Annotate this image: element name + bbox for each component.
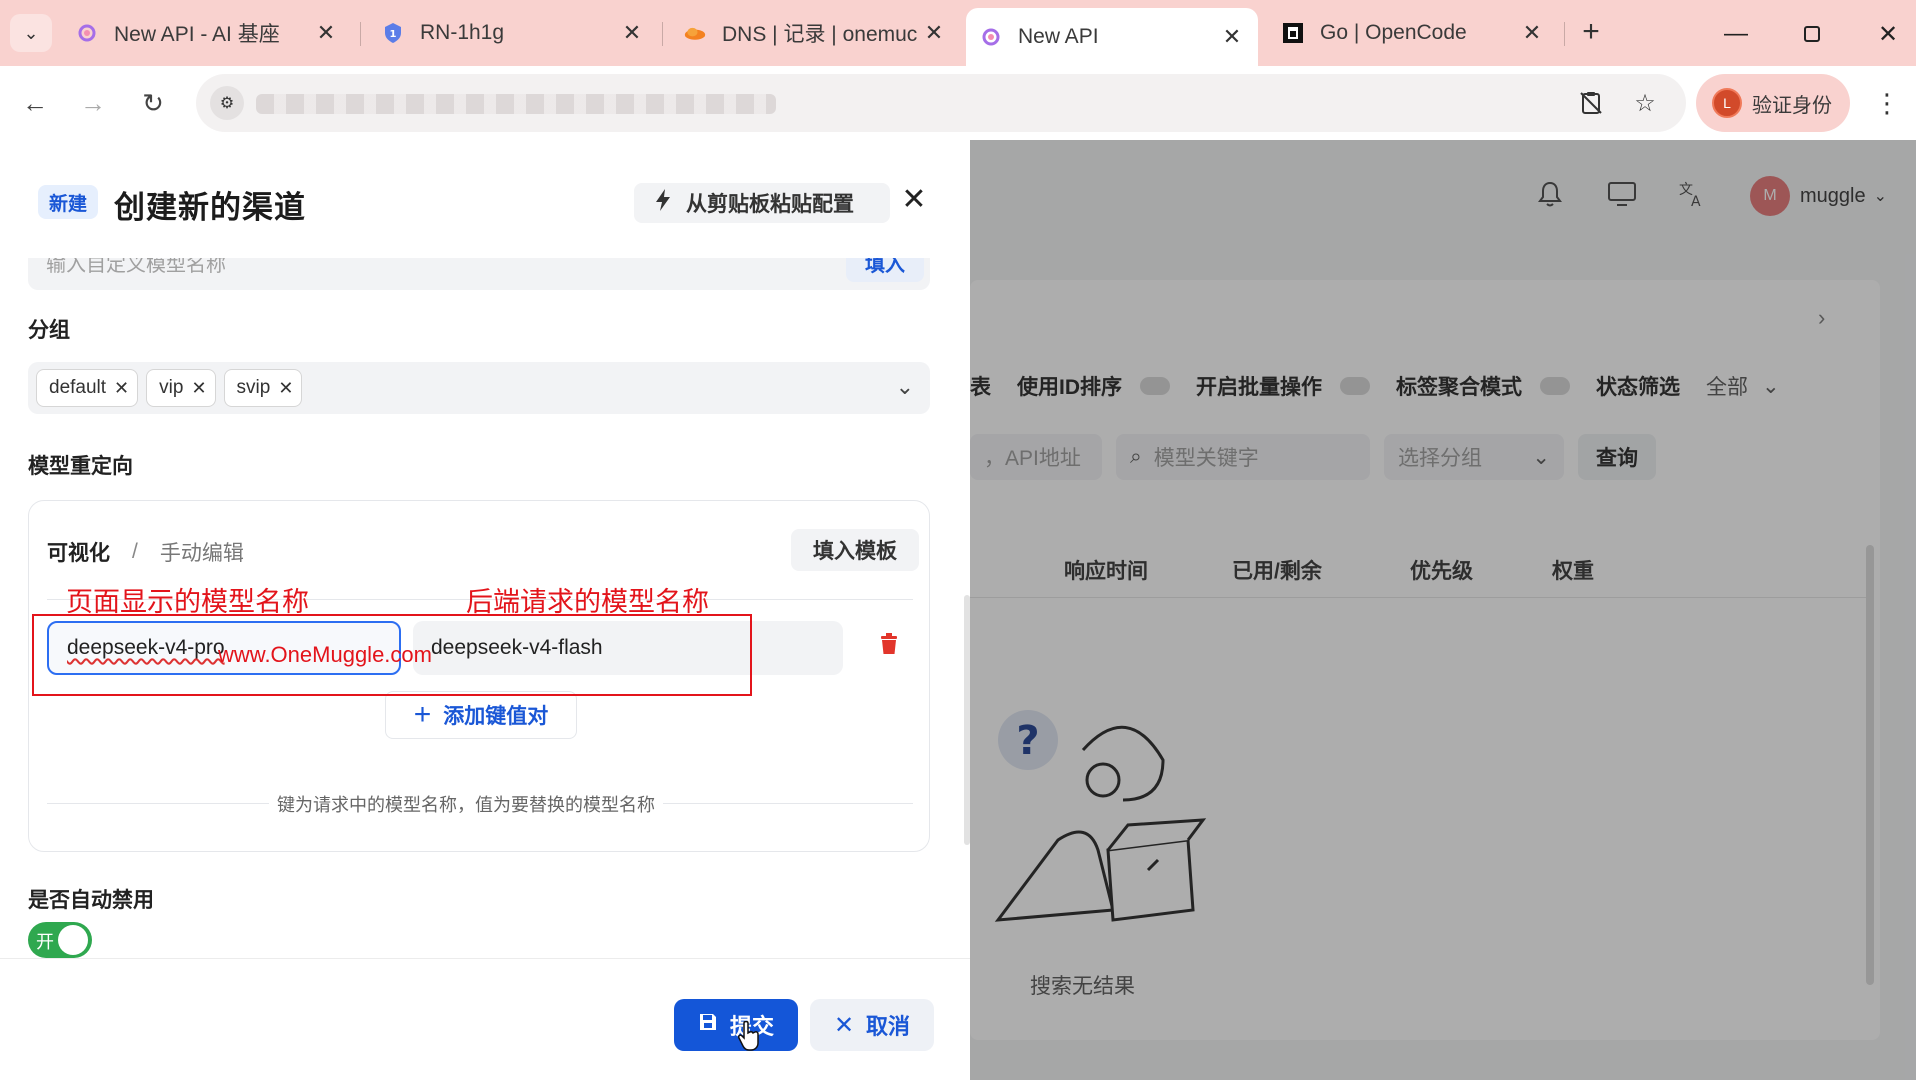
- site-settings-icon[interactable]: ⚙: [210, 86, 244, 120]
- plus-icon: +: [413, 698, 432, 731]
- browser-tab[interactable]: New API - AI 基座 ✕: [62, 8, 352, 58]
- back-arrow-icon[interactable]: ←: [14, 82, 56, 124]
- auto-disable-label: 是否自动禁用: [28, 889, 154, 912]
- add-pair-label: 添加键值对: [443, 705, 549, 728]
- star-icon[interactable]: ☆: [1628, 86, 1662, 120]
- group-chip: svip ✕: [223, 369, 303, 407]
- fill-button[interactable]: 填入: [846, 258, 924, 282]
- close-icon[interactable]: ✕: [114, 378, 129, 399]
- redirect-hint: 键为请求中的模型名称，值为要替换的模型名称: [269, 791, 663, 817]
- mouse-cursor-icon: [738, 1021, 759, 1051]
- close-icon[interactable]: ✕: [922, 20, 946, 46]
- cancel-button[interactable]: ✕ 取消: [810, 999, 934, 1051]
- close-icon[interactable]: ✕: [191, 378, 206, 399]
- auto-disable-toggle[interactable]: 开: [28, 922, 92, 958]
- minimize-icon[interactable]: —: [1716, 14, 1756, 54]
- trash-icon[interactable]: [874, 633, 904, 663]
- modal-backdrop[interactable]: [970, 140, 1916, 1080]
- window-close-icon[interactable]: ✕: [1868, 14, 1908, 54]
- address-bar[interactable]: ⚙ ☆: [196, 74, 1686, 132]
- create-channel-sheet: 新建 创建新的渠道 从剪贴板粘贴配置 ✕ 输入自定义模型名称 填入 分组 def…: [0, 140, 970, 1080]
- close-icon[interactable]: ✕: [314, 20, 338, 46]
- custom-model-input[interactable]: 输入自定义模型名称 填入: [28, 258, 930, 290]
- browser-tab[interactable]: 1 RN-1h1g ✕: [368, 8, 658, 58]
- tab-manual-edit[interactable]: 手动编辑: [160, 537, 244, 567]
- close-icon[interactable]: ✕: [278, 378, 293, 399]
- custom-model-placeholder: 输入自定义模型名称: [46, 258, 226, 276]
- add-pair-button[interactable]: + 添加键值对: [385, 691, 577, 739]
- submit-button[interactable]: 提交: [674, 999, 798, 1051]
- sheet-header: 新建 创建新的渠道 从剪贴板粘贴配置 ✕: [0, 140, 970, 258]
- watermark-text: www.OneMuggle.com: [218, 642, 432, 667]
- tab-title: Go | OpenCode: [1320, 21, 1467, 44]
- browser-toolbar: ← → ↻ ⚙ ☆ L 验证身份 ⋮: [0, 66, 1916, 140]
- scrollbar[interactable]: [964, 595, 970, 845]
- svg-text:1: 1: [390, 29, 397, 40]
- newapi-logo-icon: [76, 22, 98, 44]
- browser-tab-active[interactable]: New API ✕: [966, 8, 1258, 66]
- close-icon: ✕: [833, 1011, 855, 1039]
- tab-search-button[interactable]: ⌄: [10, 14, 52, 52]
- tab-title: DNS | 记录 | onemuc: [722, 23, 918, 46]
- paste-config-button[interactable]: 从剪贴板粘贴配置: [634, 183, 890, 223]
- tab-separator: /: [132, 540, 138, 563]
- avatar: L: [1712, 88, 1742, 118]
- close-icon[interactable]: ✕: [1520, 20, 1544, 46]
- tab-title: New API - AI 基座: [114, 23, 280, 46]
- newapi-logo-icon: [980, 26, 1002, 48]
- redirect-mode-tabs: 可视化 / 手动编辑: [47, 537, 244, 567]
- tab-visual[interactable]: 可视化: [47, 537, 110, 567]
- paste-config-label: 从剪贴板粘贴配置: [686, 193, 854, 216]
- url-redacted: [256, 94, 776, 114]
- group-chip: vip ✕: [146, 369, 216, 407]
- toggle-state: 开: [36, 932, 54, 952]
- page-title: 创建新的渠道: [114, 190, 306, 225]
- opencode-icon: [1282, 22, 1304, 44]
- toggle-knob: [58, 925, 88, 955]
- close-icon[interactable]: ✕: [896, 180, 932, 220]
- tab-title: RN-1h1g: [420, 21, 505, 44]
- clipboard-blocked-icon[interactable]: [1574, 86, 1608, 120]
- save-icon: [698, 1012, 718, 1038]
- browser-tab[interactable]: DNS | 记录 | onemuc ✕: [670, 8, 960, 58]
- sheet-body: 输入自定义模型名称 填入 分组 default ✕ vip ✕ svip ✕ ⌄ 模型…: [0, 258, 970, 958]
- tab-separator: [360, 22, 361, 46]
- cancel-label: 取消: [866, 1014, 911, 1039]
- close-icon[interactable]: ✕: [1220, 24, 1244, 50]
- tab-separator: [1564, 22, 1565, 46]
- redirect-label: 模型重定向: [28, 455, 133, 478]
- new-tab-button[interactable]: +: [1572, 16, 1610, 52]
- group-chip: default ✕: [36, 369, 139, 407]
- tab-title: New API: [1018, 25, 1099, 48]
- profile-verify-button[interactable]: L 验证身份: [1696, 74, 1850, 132]
- status-badge: 新建: [38, 185, 98, 219]
- cloudflare-icon: [684, 22, 706, 44]
- chevron-down-icon[interactable]: ⌄: [896, 374, 914, 400]
- browser-tab[interactable]: Go | OpenCode ✕: [1268, 8, 1558, 58]
- verify-label: 验证身份: [1752, 94, 1832, 117]
- fill-template-button[interactable]: 填入模板: [791, 529, 919, 571]
- forward-arrow-icon[interactable]: →: [72, 82, 114, 124]
- browser-tab-bar: ⌄ New API - AI 基座 ✕ 1 RN-1h1g ✕ DNS | 记录…: [0, 0, 1916, 66]
- group-select[interactable]: default ✕ vip ✕ svip ✕ ⌄: [28, 362, 930, 414]
- sheet-footer: 提交 ✕ 取消: [0, 958, 970, 1080]
- reload-icon[interactable]: ↻: [132, 82, 174, 124]
- maximize-icon[interactable]: [1792, 14, 1832, 54]
- group-label: 分组: [28, 319, 70, 342]
- close-icon[interactable]: ✕: [620, 20, 644, 46]
- tab-separator: [662, 22, 663, 46]
- lightning-icon: [654, 188, 672, 218]
- more-menu-icon[interactable]: ⋮: [1870, 82, 1904, 124]
- shield-icon: 1: [382, 22, 404, 44]
- chevron-down-icon: ⌄: [23, 22, 39, 43]
